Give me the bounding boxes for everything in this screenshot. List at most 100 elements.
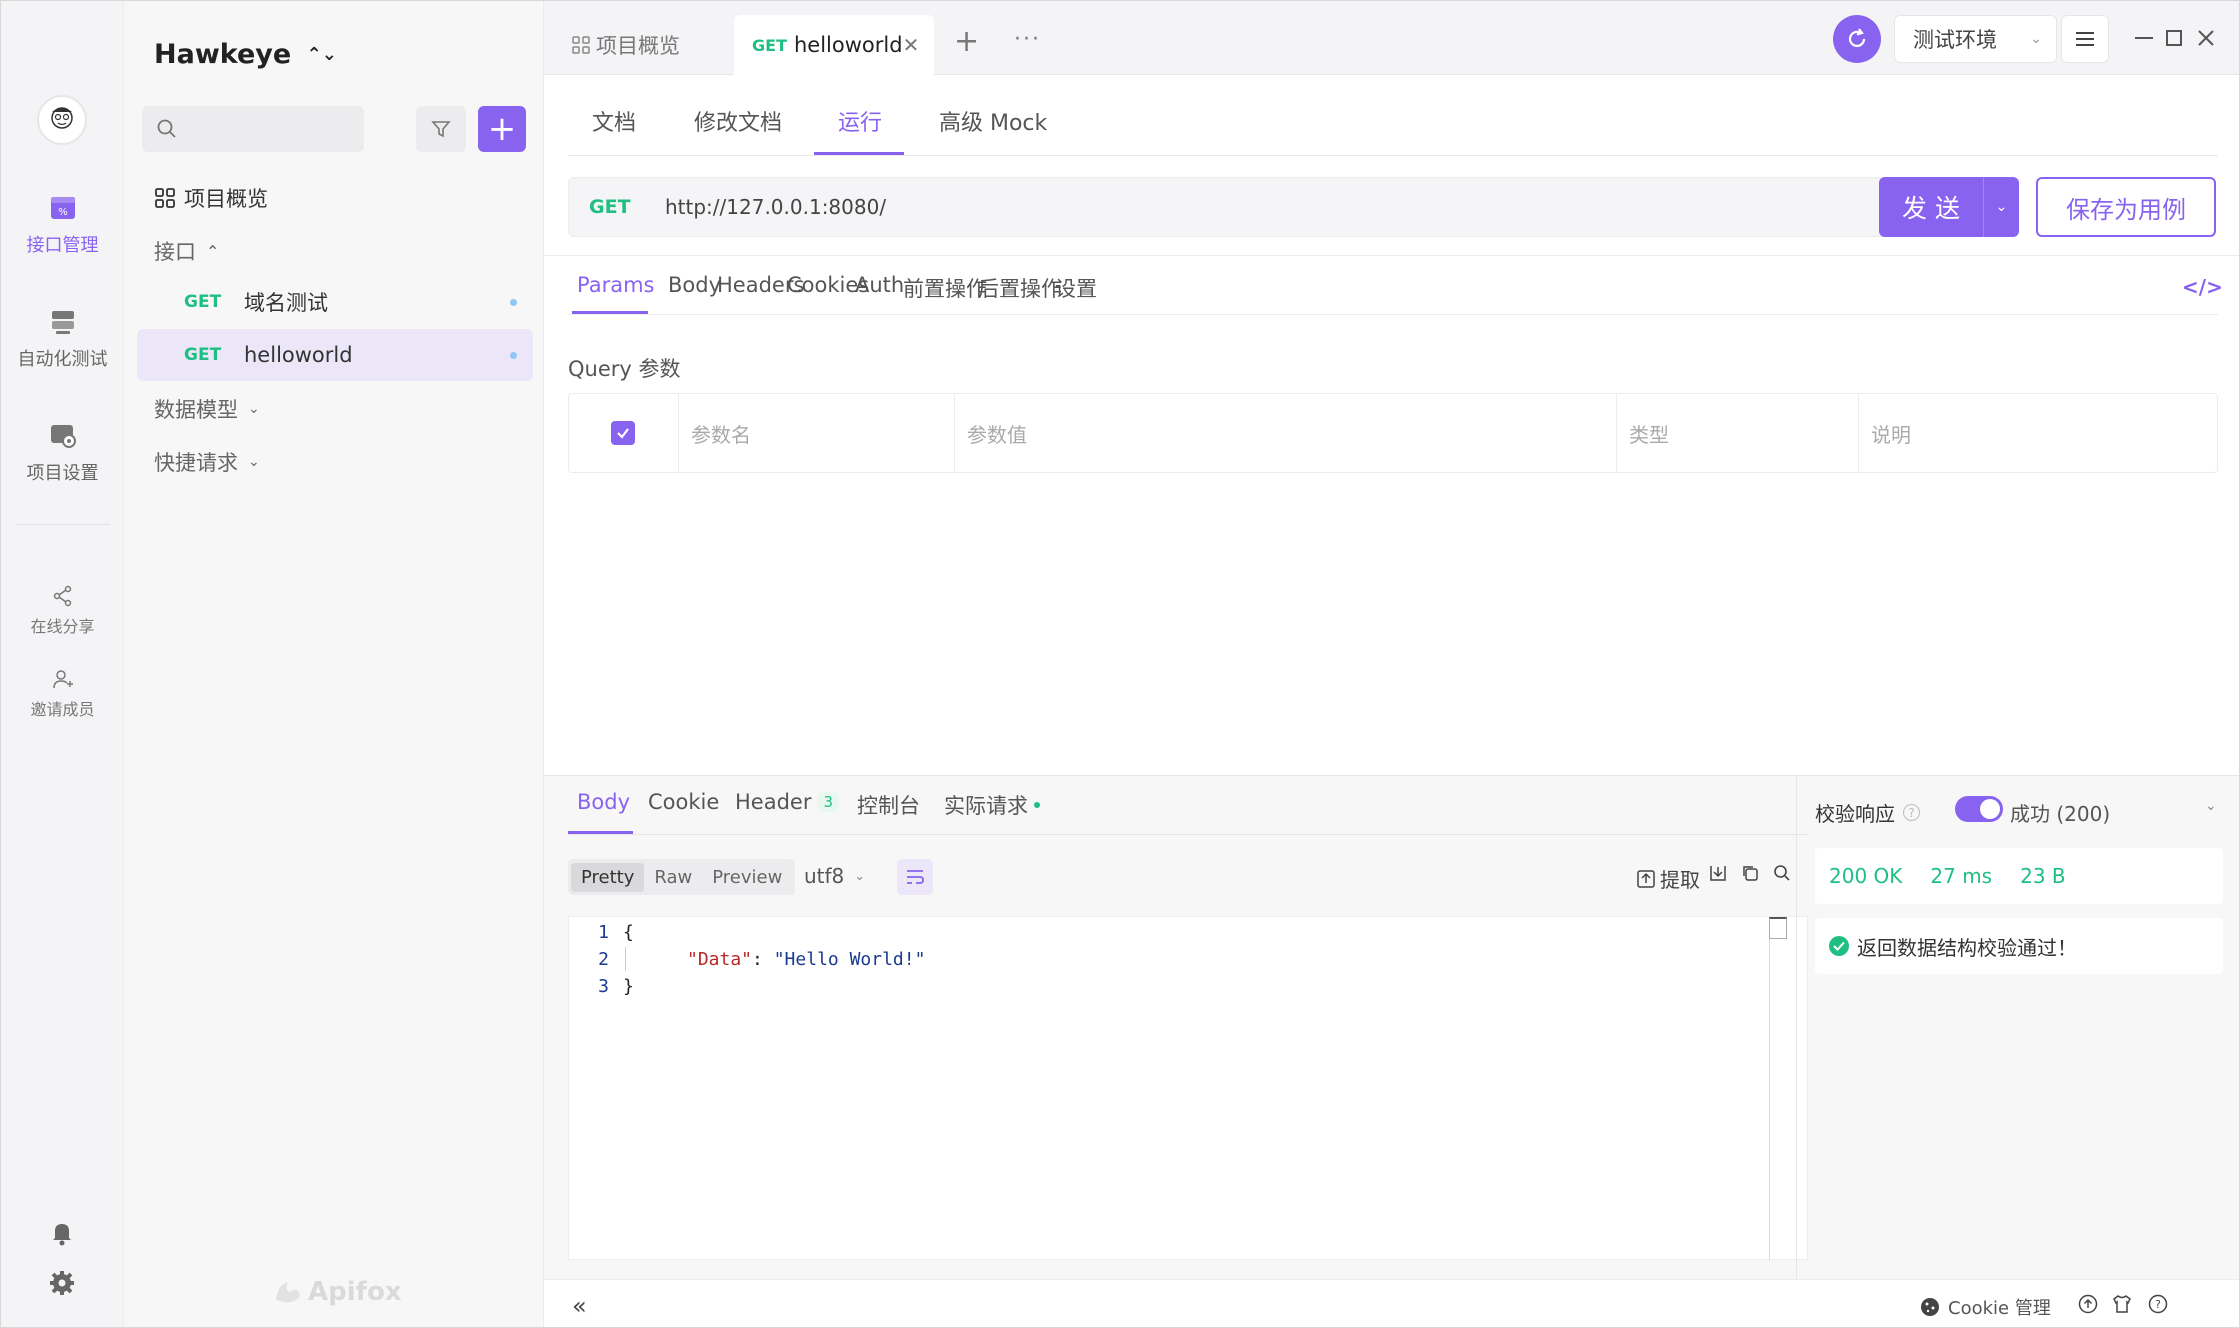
tab-run[interactable]: 运行 (838, 105, 882, 137)
wrap-toggle[interactable] (897, 859, 933, 895)
shirt-icon[interactable] (2112, 1294, 2132, 1314)
svg-text:%: % (58, 207, 68, 218)
gear-icon[interactable] (48, 1269, 76, 1301)
save-as-case-button[interactable]: 保存为用例 (2036, 177, 2216, 237)
send-dropdown[interactable]: ⌄ (1983, 177, 2019, 237)
tab-label: Header (735, 790, 812, 814)
app-window: % 接口管理 自动化测试 项目设置 在线分享 邀请成员 Hawkeye ⌃⌄ +… (0, 0, 2240, 1328)
sidebar-item-project-settings[interactable]: 项目设置 (1, 421, 124, 485)
avatar[interactable] (37, 95, 87, 145)
more-icon[interactable]: ··· (1014, 27, 1041, 52)
tab-body[interactable]: Body (668, 273, 721, 297)
json-value: "Hello World!" (773, 949, 926, 970)
invite-button[interactable]: 邀请成员 (1, 667, 124, 720)
format-pretty[interactable]: Pretty (571, 862, 645, 892)
notification-bell-icon[interactable] (48, 1219, 76, 1251)
resp-tab-header[interactable]: Header 3 (735, 790, 840, 814)
chevron-down-icon: ⌄ (854, 868, 866, 884)
tab-advanced-mock[interactable]: 高级 Mock (939, 105, 1047, 137)
sidebar-item-automation[interactable]: 自动化测试 (1, 307, 124, 371)
tab-docs[interactable]: 文档 (592, 105, 636, 137)
tab-auth[interactable]: Auth (855, 273, 904, 297)
group-label: 快捷请求 (154, 451, 238, 475)
tree-api-item[interactable]: GET 域名测试 (137, 276, 533, 328)
line-number: 3 (598, 976, 609, 997)
left-rail: % 接口管理 自动化测试 项目设置 在线分享 邀请成员 (1, 1, 124, 1327)
column-header: 参数名 (679, 394, 955, 472)
extract-button[interactable]: 提取 (1637, 864, 1700, 893)
resp-tab-cookie[interactable]: Cookie (648, 790, 719, 814)
tab-label: 项目概览 (596, 34, 680, 58)
collapse-left-icon[interactable]: « (572, 1292, 587, 1320)
active-tab-indicator (568, 831, 633, 834)
help-icon[interactable]: ? (2148, 1294, 2168, 1314)
help-icon[interactable]: ? (1903, 804, 1920, 821)
tab-pre-ops[interactable]: 前置操作 (903, 273, 987, 303)
format-preview[interactable]: Preview (702, 863, 792, 892)
indent-guide (625, 947, 626, 971)
sidebar-item-label: 自动化测试 (17, 349, 108, 370)
download-icon[interactable] (1709, 864, 1727, 882)
environment-select[interactable]: 测试环境 ⌄ (1894, 15, 2057, 63)
apifox-watermark: Apifox (274, 1277, 402, 1307)
method-select[interactable]: GET (589, 196, 665, 218)
group-label: 数据模型 (154, 398, 238, 422)
svg-text:?: ? (2155, 1298, 2161, 1311)
tab-params[interactable]: Params (577, 273, 655, 297)
column-header: 说明 (1871, 422, 1911, 447)
response-panel: Body Cookie Header 3 控制台 实际请求 Pretty Raw… (544, 775, 2239, 1280)
resp-tab-actual-request[interactable]: 实际请求 (944, 790, 1040, 820)
sync-button[interactable] (1833, 15, 1881, 63)
encoding-select[interactable]: utf8 ⌄ (804, 864, 865, 888)
copy-icon[interactable] (1741, 864, 1759, 882)
maximize-icon[interactable] (2159, 23, 2189, 53)
tab-edit-docs[interactable]: 修改文档 (694, 105, 782, 137)
group-label: 接口 (154, 240, 196, 264)
add-button[interactable]: + (478, 106, 526, 152)
search-icon[interactable] (1773, 864, 1791, 882)
tab-label: Cookie (648, 790, 720, 814)
url-input[interactable]: GET http://127.0.0.1:8080/ (568, 177, 1906, 237)
format-raw[interactable]: Raw (644, 863, 702, 892)
chevron-down-icon: ⌄ (248, 454, 260, 470)
menu-button[interactable] (2061, 15, 2109, 63)
tab-project-overview[interactable]: 项目概览 (572, 15, 680, 75)
window-close-icon[interactable] (2191, 23, 2221, 53)
chevron-down-icon[interactable]: ⌄ (2205, 798, 2217, 814)
validate-toggle[interactable] (1955, 796, 2003, 822)
tree-group-data-model[interactable]: 数据模型 ⌄ (154, 394, 260, 424)
resp-tab-console[interactable]: 控制台 (857, 790, 920, 820)
cookie-manager-button[interactable]: Cookie 管理 (1920, 1294, 2051, 1320)
query-params-label: Query 参数 (568, 357, 681, 381)
tree-group-quick-request[interactable]: 快捷请求 ⌄ (154, 447, 260, 477)
upload-icon[interactable] (2078, 1294, 2098, 1314)
minimize-icon[interactable] (2129, 23, 2159, 53)
search-input[interactable] (142, 106, 364, 152)
code-icon[interactable]: </> (2182, 275, 2223, 299)
resp-tab-body[interactable]: Body (577, 790, 630, 814)
send-button[interactable]: 发 送 ⌄ (1879, 177, 2019, 237)
column-header: 类型 (1617, 394, 1859, 472)
scrollbar[interactable] (1769, 917, 1787, 939)
close-icon[interactable]: ✕ (903, 33, 920, 57)
share-button[interactable]: 在线分享 (1, 584, 124, 637)
tab-post-ops[interactable]: 后置操作 (978, 273, 1062, 303)
new-tab-plus-icon[interactable]: + (954, 27, 979, 57)
tree-item-overview[interactable]: 项目概览 (154, 183, 268, 213)
sidebar-item-api-management[interactable]: % 接口管理 (1, 193, 124, 257)
automation-icon (51, 311, 74, 334)
tab-helloworld[interactable]: GET helloworld ✕ (734, 15, 934, 75)
tree-api-item-selected[interactable]: GET helloworld (137, 329, 533, 381)
divider (568, 155, 2218, 156)
status-dot (510, 298, 517, 306)
select-all-checkbox[interactable] (611, 421, 635, 445)
format-switch: Pretty Raw Preview (568, 859, 796, 895)
response-code-viewer[interactable]: 1 2 3 { "Data": "Hello World!" } (568, 916, 1808, 1261)
validate-result-select[interactable]: 成功 (200) (2010, 798, 2110, 827)
project-switcher[interactable]: Hawkeye ⌃⌄ (154, 39, 337, 70)
line-number: 2 (598, 949, 609, 970)
tree-group-interface[interactable]: 接口 ⌃ (154, 236, 219, 266)
refresh-icon (1848, 28, 1866, 48)
tab-settings[interactable]: 设置 (1055, 273, 1097, 303)
filter-button[interactable] (416, 106, 466, 152)
